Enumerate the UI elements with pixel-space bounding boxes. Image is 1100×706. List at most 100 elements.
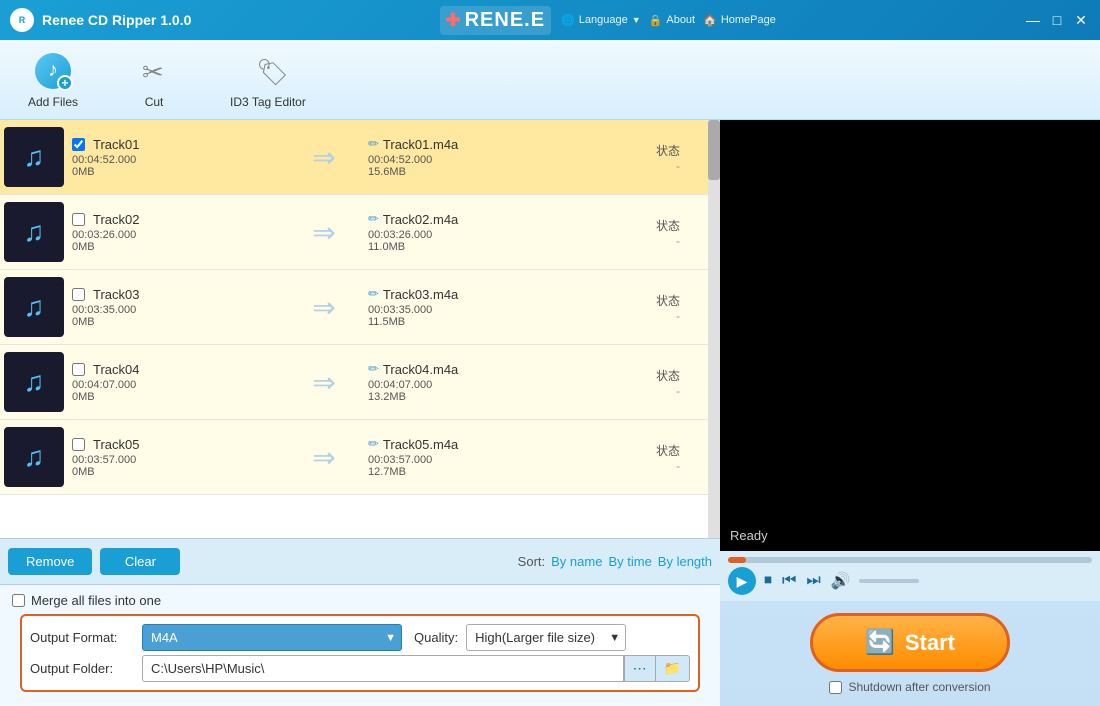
track-row[interactable]: ♫ Track05 00:03:57.000 0MB ⇒ ✏ Track05.m… xyxy=(0,420,708,495)
edit-icon: ✏ xyxy=(368,286,379,302)
main-content: ♫ Track01 00:04:52.000 0MB ⇒ ✏ Track01.m… xyxy=(0,120,1100,706)
progress-bar-container[interactable] xyxy=(728,557,1092,563)
cut-icon: ✂ xyxy=(134,51,174,91)
clear-button[interactable]: Clear xyxy=(100,548,180,575)
track-thumbnail: ♫ xyxy=(4,127,64,187)
player-controls: ▶ ⏹ ⏮ ⏭ 🔊 xyxy=(720,551,1100,601)
quality-select[interactable]: High(Larger file size) Medium Low xyxy=(466,624,626,651)
shutdown-label: Shutdown after conversion xyxy=(848,680,990,694)
arrow-right-icon: ⇒ xyxy=(312,291,335,324)
toolbar-add-files[interactable]: ♪ + Add Files xyxy=(20,47,86,113)
language-button[interactable]: 🌐 Language ▼ xyxy=(561,14,641,27)
folder-browse-button[interactable]: ⋯ xyxy=(624,655,655,682)
brand-area: ✚ RENE.E 🌐 Language ▼ 🔒 About 🏠 HomePage xyxy=(440,6,776,35)
play-button[interactable]: ▶ xyxy=(728,567,756,595)
maximize-button[interactable]: □ xyxy=(1048,11,1066,29)
track-checkbox[interactable] xyxy=(72,213,85,226)
track-output-size: 11.0MB xyxy=(368,241,630,253)
arrow-right-icon: ⇒ xyxy=(312,366,335,399)
svg-text:✂: ✂ xyxy=(142,57,164,87)
quality-label: Quality: xyxy=(414,630,458,645)
sort-area: Sort: By name By time By length xyxy=(518,554,712,569)
brand-cross-icon: ✚ xyxy=(446,10,461,31)
track-output-name: ✏ Track02.m4a xyxy=(368,211,630,227)
id3-tag-label: ID3 Tag Editor xyxy=(230,95,306,109)
shutdown-checkbox[interactable] xyxy=(829,681,842,694)
volume-slider[interactable] xyxy=(859,579,919,583)
home-icon: 🏠 xyxy=(703,14,717,27)
merge-checkbox[interactable] xyxy=(12,594,25,607)
toolbar: ♪ + Add Files ✂ Cut 🏷 ID3 Tag Editor xyxy=(0,40,1100,120)
minimize-button[interactable]: — xyxy=(1024,11,1042,29)
convert-arrow: ⇒ xyxy=(284,366,364,399)
sort-by-time[interactable]: By time xyxy=(608,554,651,569)
track-duration: 00:04:07.000 xyxy=(72,379,284,391)
track-checkbox[interactable] xyxy=(72,138,85,151)
start-button[interactable]: 🔄 Start xyxy=(810,613,1010,672)
track-name: Track01 xyxy=(72,137,284,152)
track-info-right: ✏ Track05.m4a 00:03:57.000 12.7MB xyxy=(364,436,630,478)
track-row[interactable]: ♫ Track01 00:04:52.000 0MB ⇒ ✏ Track01.m… xyxy=(0,120,708,195)
id3-tag-icon: 🏷 xyxy=(248,51,288,91)
track-duration: 00:04:52.000 xyxy=(72,154,284,166)
folder-input-wrapper: ⋯ 📁 xyxy=(142,655,690,682)
track-checkbox[interactable] xyxy=(72,288,85,301)
scrollbar-thumb[interactable] xyxy=(708,120,720,180)
cut-label: Cut xyxy=(145,95,164,109)
sort-by-length[interactable]: By length xyxy=(658,554,712,569)
track-output-duration: 00:03:35.000 xyxy=(368,304,630,316)
track-row[interactable]: ♫ Track04 00:04:07.000 0MB ⇒ ✏ Track04.m… xyxy=(0,345,708,420)
vertical-scrollbar[interactable] xyxy=(708,120,720,538)
language-icon: 🌐 xyxy=(561,14,575,27)
prev-button[interactable]: ⏮ xyxy=(780,570,798,592)
video-preview-area: Ready xyxy=(720,120,1100,551)
brand-links: 🌐 Language ▼ 🔒 About 🏠 HomePage xyxy=(561,14,776,27)
status-value: - xyxy=(630,234,680,248)
folder-buttons: ⋯ 📁 xyxy=(624,655,690,682)
homepage-button[interactable]: 🏠 HomePage xyxy=(703,14,776,27)
track-thumbnail: ♫ xyxy=(4,277,64,337)
track-thumbnail: ♫ xyxy=(4,352,64,412)
track-output-name: ✏ Track01.m4a xyxy=(368,136,630,152)
titlebar-left: R Renee CD Ripper 1.0.0 xyxy=(10,8,191,32)
track-size-input: 0MB xyxy=(72,466,284,478)
track-checkbox[interactable] xyxy=(72,438,85,451)
brand-logo: ✚ RENE.E xyxy=(440,6,552,35)
arrow-right-icon: ⇒ xyxy=(312,216,335,249)
start-area: 🔄 Start Shutdown after conversion xyxy=(720,601,1100,706)
track-status-column: 状态 - xyxy=(630,142,700,173)
status-label: 状态 xyxy=(630,292,680,309)
track-output-duration: 00:04:07.000 xyxy=(368,379,630,391)
track-name: Track04 xyxy=(72,362,284,377)
quality-group: Quality: High(Larger file size) Medium L… xyxy=(414,624,626,651)
track-checkbox[interactable] xyxy=(72,363,85,376)
track-row[interactable]: ♫ Track03 00:03:35.000 0MB ⇒ ✏ Track03.m… xyxy=(0,270,708,345)
plus-badge: + xyxy=(57,75,73,91)
track-duration: 00:03:26.000 xyxy=(72,229,284,241)
format-select[interactable]: M4A MP3 FLAC xyxy=(142,624,402,651)
volume-button[interactable]: 🔊 xyxy=(829,569,853,593)
toolbar-id3-tag[interactable]: 🏷 ID3 Tag Editor xyxy=(222,47,314,113)
folder-path-input[interactable] xyxy=(142,655,624,682)
close-button[interactable]: ✕ xyxy=(1072,11,1090,29)
folder-row: Output Folder: ⋯ 📁 xyxy=(30,655,690,682)
next-button[interactable]: ⏭ xyxy=(804,570,822,592)
toolbar-cut[interactable]: ✂ Cut xyxy=(126,47,182,113)
remove-button[interactable]: Remove xyxy=(8,548,92,575)
window-controls: — □ ✕ xyxy=(1024,11,1090,29)
track-output-size: 15.6MB xyxy=(368,166,630,178)
stop-button[interactable]: ⏹ xyxy=(762,570,774,592)
track-size-input: 0MB xyxy=(72,391,284,403)
music-note-icon: ♫ xyxy=(24,216,45,248)
folder-open-button[interactable]: 📁 xyxy=(655,655,690,682)
track-output-duration: 00:03:57.000 xyxy=(368,454,630,466)
status-value: - xyxy=(630,384,680,398)
track-row[interactable]: ♫ Track02 00:03:26.000 0MB ⇒ ✏ Track02.m… xyxy=(0,195,708,270)
track-info-left: Track05 00:03:57.000 0MB xyxy=(64,437,284,478)
sort-by-name[interactable]: By name xyxy=(551,554,602,569)
chevron-down-icon: ▼ xyxy=(632,15,641,25)
about-button[interactable]: 🔒 About xyxy=(649,14,695,27)
track-info-right: ✏ Track03.m4a 00:03:35.000 11.5MB xyxy=(364,286,630,328)
arrow-right-icon: ⇒ xyxy=(312,141,335,174)
track-list-inner: ♫ Track01 00:04:52.000 0MB ⇒ ✏ Track01.m… xyxy=(0,120,720,495)
